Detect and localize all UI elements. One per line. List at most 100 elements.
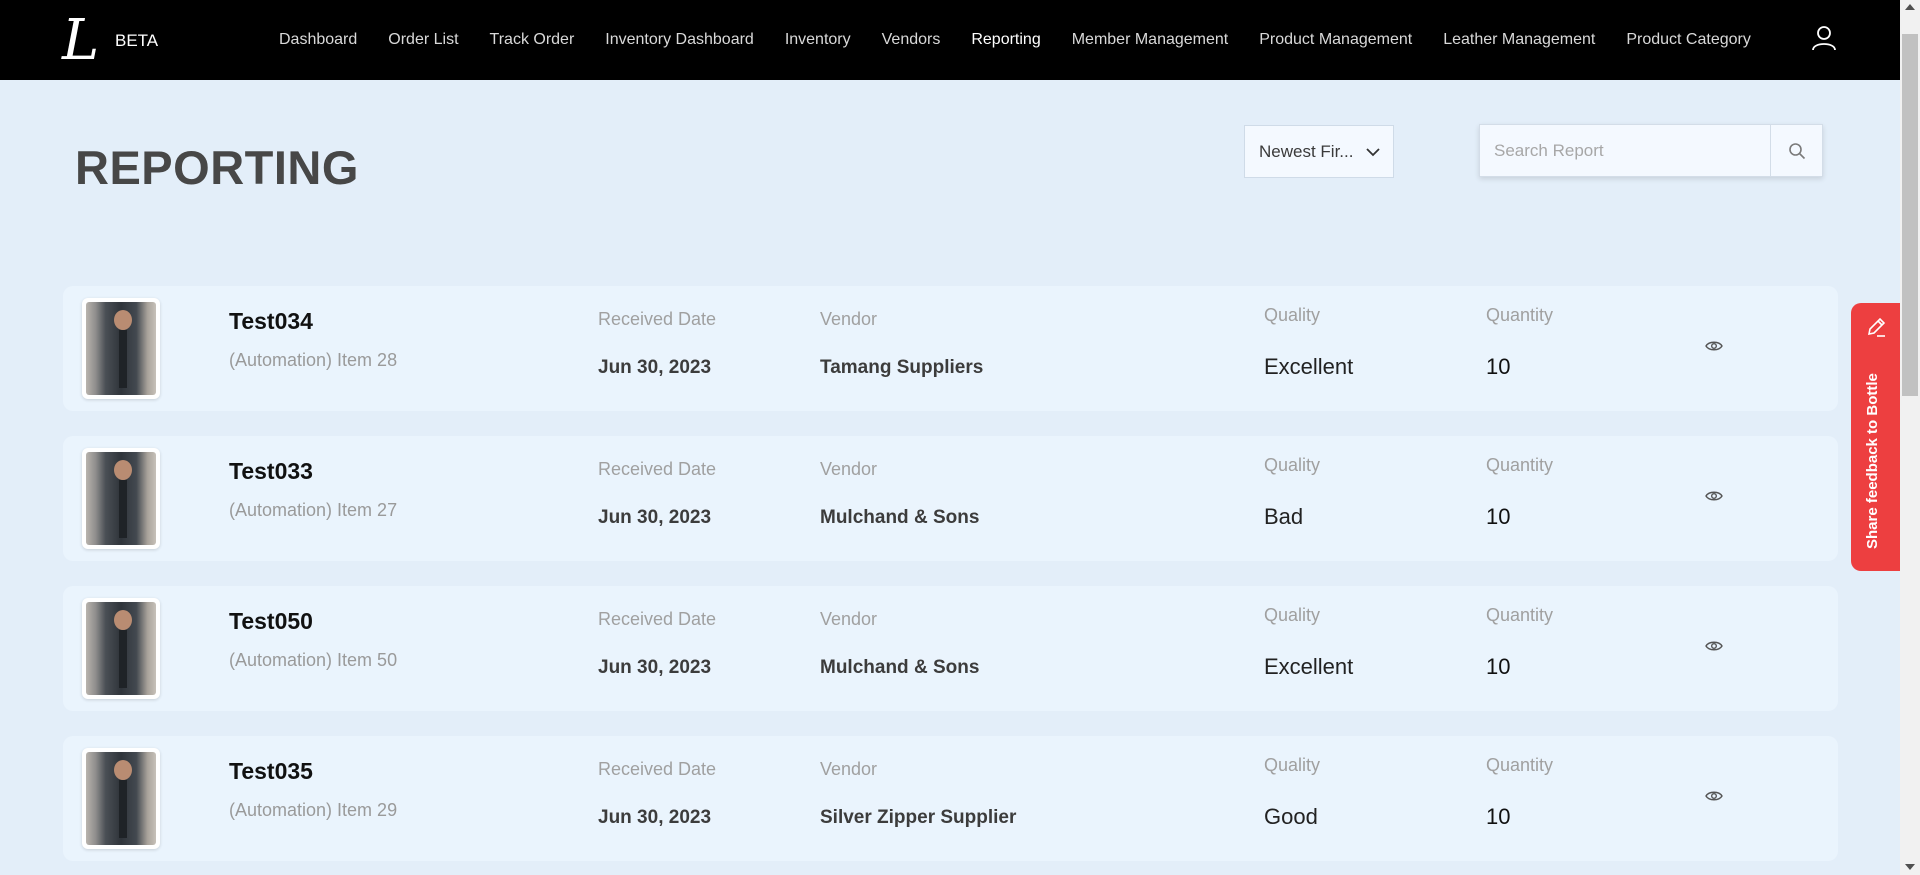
vendor-label: Vendor bbox=[820, 309, 878, 329]
sort-dropdown[interactable]: Newest Fir... bbox=[1244, 125, 1394, 178]
received-date-value: Jun 30, 2023 bbox=[598, 807, 712, 828]
received-date-label: Received Date bbox=[598, 309, 717, 329]
report-card[interactable]: Test035 (Automation) Item 29 Received Da… bbox=[63, 736, 1838, 861]
nav-item-inventory: Inventory bbox=[785, 31, 851, 49]
report-card[interactable]: Test033 (Automation) Item 27 Received Da… bbox=[63, 436, 1838, 561]
received-date-label: Received Date bbox=[598, 609, 717, 629]
search-button[interactable] bbox=[1770, 125, 1822, 176]
quantity-value: 10 bbox=[1486, 654, 1511, 679]
product-thumbnail bbox=[82, 298, 160, 399]
received-date-label: Received Date bbox=[598, 759, 717, 779]
nav-link-product-management[interactable]: Product Management bbox=[1259, 31, 1412, 48]
product-image bbox=[86, 602, 156, 695]
report-item-name: (Automation) Item 27 bbox=[229, 500, 398, 520]
nav-link-inventory[interactable]: Inventory bbox=[785, 31, 851, 48]
report-code: Test035 bbox=[229, 758, 313, 784]
product-thumbnail bbox=[82, 748, 160, 849]
quality-value: Excellent bbox=[1264, 654, 1354, 679]
nav-item-product-management: Product Management bbox=[1259, 31, 1412, 49]
nav-link-order-list[interactable]: Order List bbox=[388, 31, 458, 48]
vertical-scrollbar[interactable] bbox=[1900, 0, 1920, 875]
search-bar bbox=[1479, 124, 1823, 177]
nav-item-dashboard: Dashboard bbox=[279, 31, 357, 49]
nav-item-order-list: Order List bbox=[388, 31, 458, 49]
nav-link-track-order[interactable]: Track Order bbox=[490, 31, 575, 48]
vendor-value: Mulchand & Sons bbox=[820, 657, 980, 678]
quality-label: Quality bbox=[1264, 605, 1321, 625]
vendor-value: Tamang Suppliers bbox=[820, 357, 984, 378]
scroll-up-arrow-icon[interactable] bbox=[1905, 4, 1915, 10]
report-item-name: (Automation) Item 50 bbox=[229, 650, 398, 670]
nav-item-reporting: Reporting bbox=[971, 31, 1040, 49]
eye-icon[interactable] bbox=[1705, 339, 1723, 353]
nav-link-leather-management[interactable]: Leather Management bbox=[1443, 31, 1595, 48]
quantity-value: 10 bbox=[1486, 504, 1511, 529]
nav-item-leather-management: Leather Management bbox=[1443, 31, 1595, 49]
report-code: Test033 bbox=[229, 458, 313, 484]
received-date-label: Received Date bbox=[598, 459, 717, 479]
vendor-label: Vendor bbox=[820, 459, 878, 479]
nav-link-product-category[interactable]: Product Category bbox=[1626, 31, 1751, 48]
feedback-label: Share feedback to Bottle bbox=[1864, 373, 1881, 549]
nav-link-member-management[interactable]: Member Management bbox=[1072, 31, 1229, 48]
logo-letter: L bbox=[62, 8, 100, 73]
product-thumbnail bbox=[82, 598, 160, 699]
pencil-icon bbox=[1867, 317, 1886, 337]
report-code: Test050 bbox=[229, 608, 313, 634]
quality-value: Bad bbox=[1264, 504, 1304, 529]
quantity-label: Quantity bbox=[1486, 755, 1554, 775]
received-date-value: Jun 30, 2023 bbox=[598, 357, 712, 378]
nav-link-inventory-dashboard[interactable]: Inventory Dashboard bbox=[605, 31, 754, 48]
quantity-value: 10 bbox=[1486, 354, 1511, 379]
report-item-name: (Automation) Item 29 bbox=[229, 800, 398, 820]
eye-icon[interactable] bbox=[1705, 789, 1723, 803]
nav-item-member-management: Member Management bbox=[1072, 31, 1229, 49]
user-icon bbox=[1812, 26, 1836, 51]
scrollbar-thumb[interactable] bbox=[1902, 34, 1918, 396]
search-input[interactable] bbox=[1480, 125, 1771, 176]
report-code: Test034 bbox=[229, 308, 313, 334]
product-thumbnail bbox=[82, 448, 160, 549]
report-card[interactable]: Test034 (Automation) Item 28 Received Da… bbox=[63, 286, 1838, 411]
nav-item-inventory-dashboard: Inventory Dashboard bbox=[605, 31, 754, 49]
sort-selected-value: Newest Fir... bbox=[1259, 141, 1354, 161]
vendor-value: Mulchand & Sons bbox=[820, 507, 980, 528]
logo[interactable]: L BETA bbox=[62, 8, 158, 73]
vendor-label: Vendor bbox=[820, 759, 878, 779]
report-list: Test034 (Automation) Item 28 Received Da… bbox=[63, 286, 1838, 875]
quantity-label: Quantity bbox=[1486, 455, 1554, 475]
nav-link-dashboard[interactable]: Dashboard bbox=[279, 31, 357, 48]
nav-item-track-order: Track Order bbox=[490, 31, 575, 49]
vendor-label: Vendor bbox=[820, 609, 878, 629]
received-date-value: Jun 30, 2023 bbox=[598, 657, 712, 678]
chevron-down-icon bbox=[1366, 148, 1380, 157]
product-image bbox=[86, 752, 156, 845]
scroll-down-arrow-icon[interactable] bbox=[1905, 864, 1915, 870]
quality-value: Good bbox=[1264, 804, 1318, 829]
quality-label: Quality bbox=[1264, 755, 1321, 775]
quantity-label: Quantity bbox=[1486, 605, 1554, 625]
eye-icon[interactable] bbox=[1705, 489, 1723, 503]
nav-menu: Dashboard Order List Track Order Invento… bbox=[279, 0, 1751, 80]
quantity-value: 10 bbox=[1486, 804, 1511, 829]
search-icon bbox=[1788, 142, 1805, 159]
product-image bbox=[86, 302, 156, 395]
nav-item-vendors: Vendors bbox=[882, 31, 941, 49]
product-image bbox=[86, 452, 156, 545]
nav-item-product-category: Product Category bbox=[1626, 31, 1751, 49]
page-title: REPORTING bbox=[75, 141, 359, 194]
eye-icon[interactable] bbox=[1705, 639, 1723, 653]
vendor-value: Silver Zipper Supplier bbox=[820, 807, 1017, 828]
quantity-label: Quantity bbox=[1486, 305, 1554, 325]
nav-link-vendors[interactable]: Vendors bbox=[882, 31, 941, 48]
report-card[interactable]: Test050 (Automation) Item 50 Received Da… bbox=[63, 586, 1838, 711]
quality-label: Quality bbox=[1264, 305, 1321, 325]
user-account-button[interactable] bbox=[1811, 25, 1837, 51]
feedback-button[interactable]: Share feedback to Bottle bbox=[1851, 303, 1900, 571]
quality-value: Excellent bbox=[1264, 354, 1354, 379]
nav-link-reporting[interactable]: Reporting bbox=[971, 31, 1040, 48]
top-navbar: L BETA Dashboard Order List Track Order … bbox=[0, 0, 1900, 80]
report-item-name: (Automation) Item 28 bbox=[229, 350, 398, 370]
beta-badge: BETA bbox=[115, 31, 159, 50]
received-date-value: Jun 30, 2023 bbox=[598, 507, 712, 528]
